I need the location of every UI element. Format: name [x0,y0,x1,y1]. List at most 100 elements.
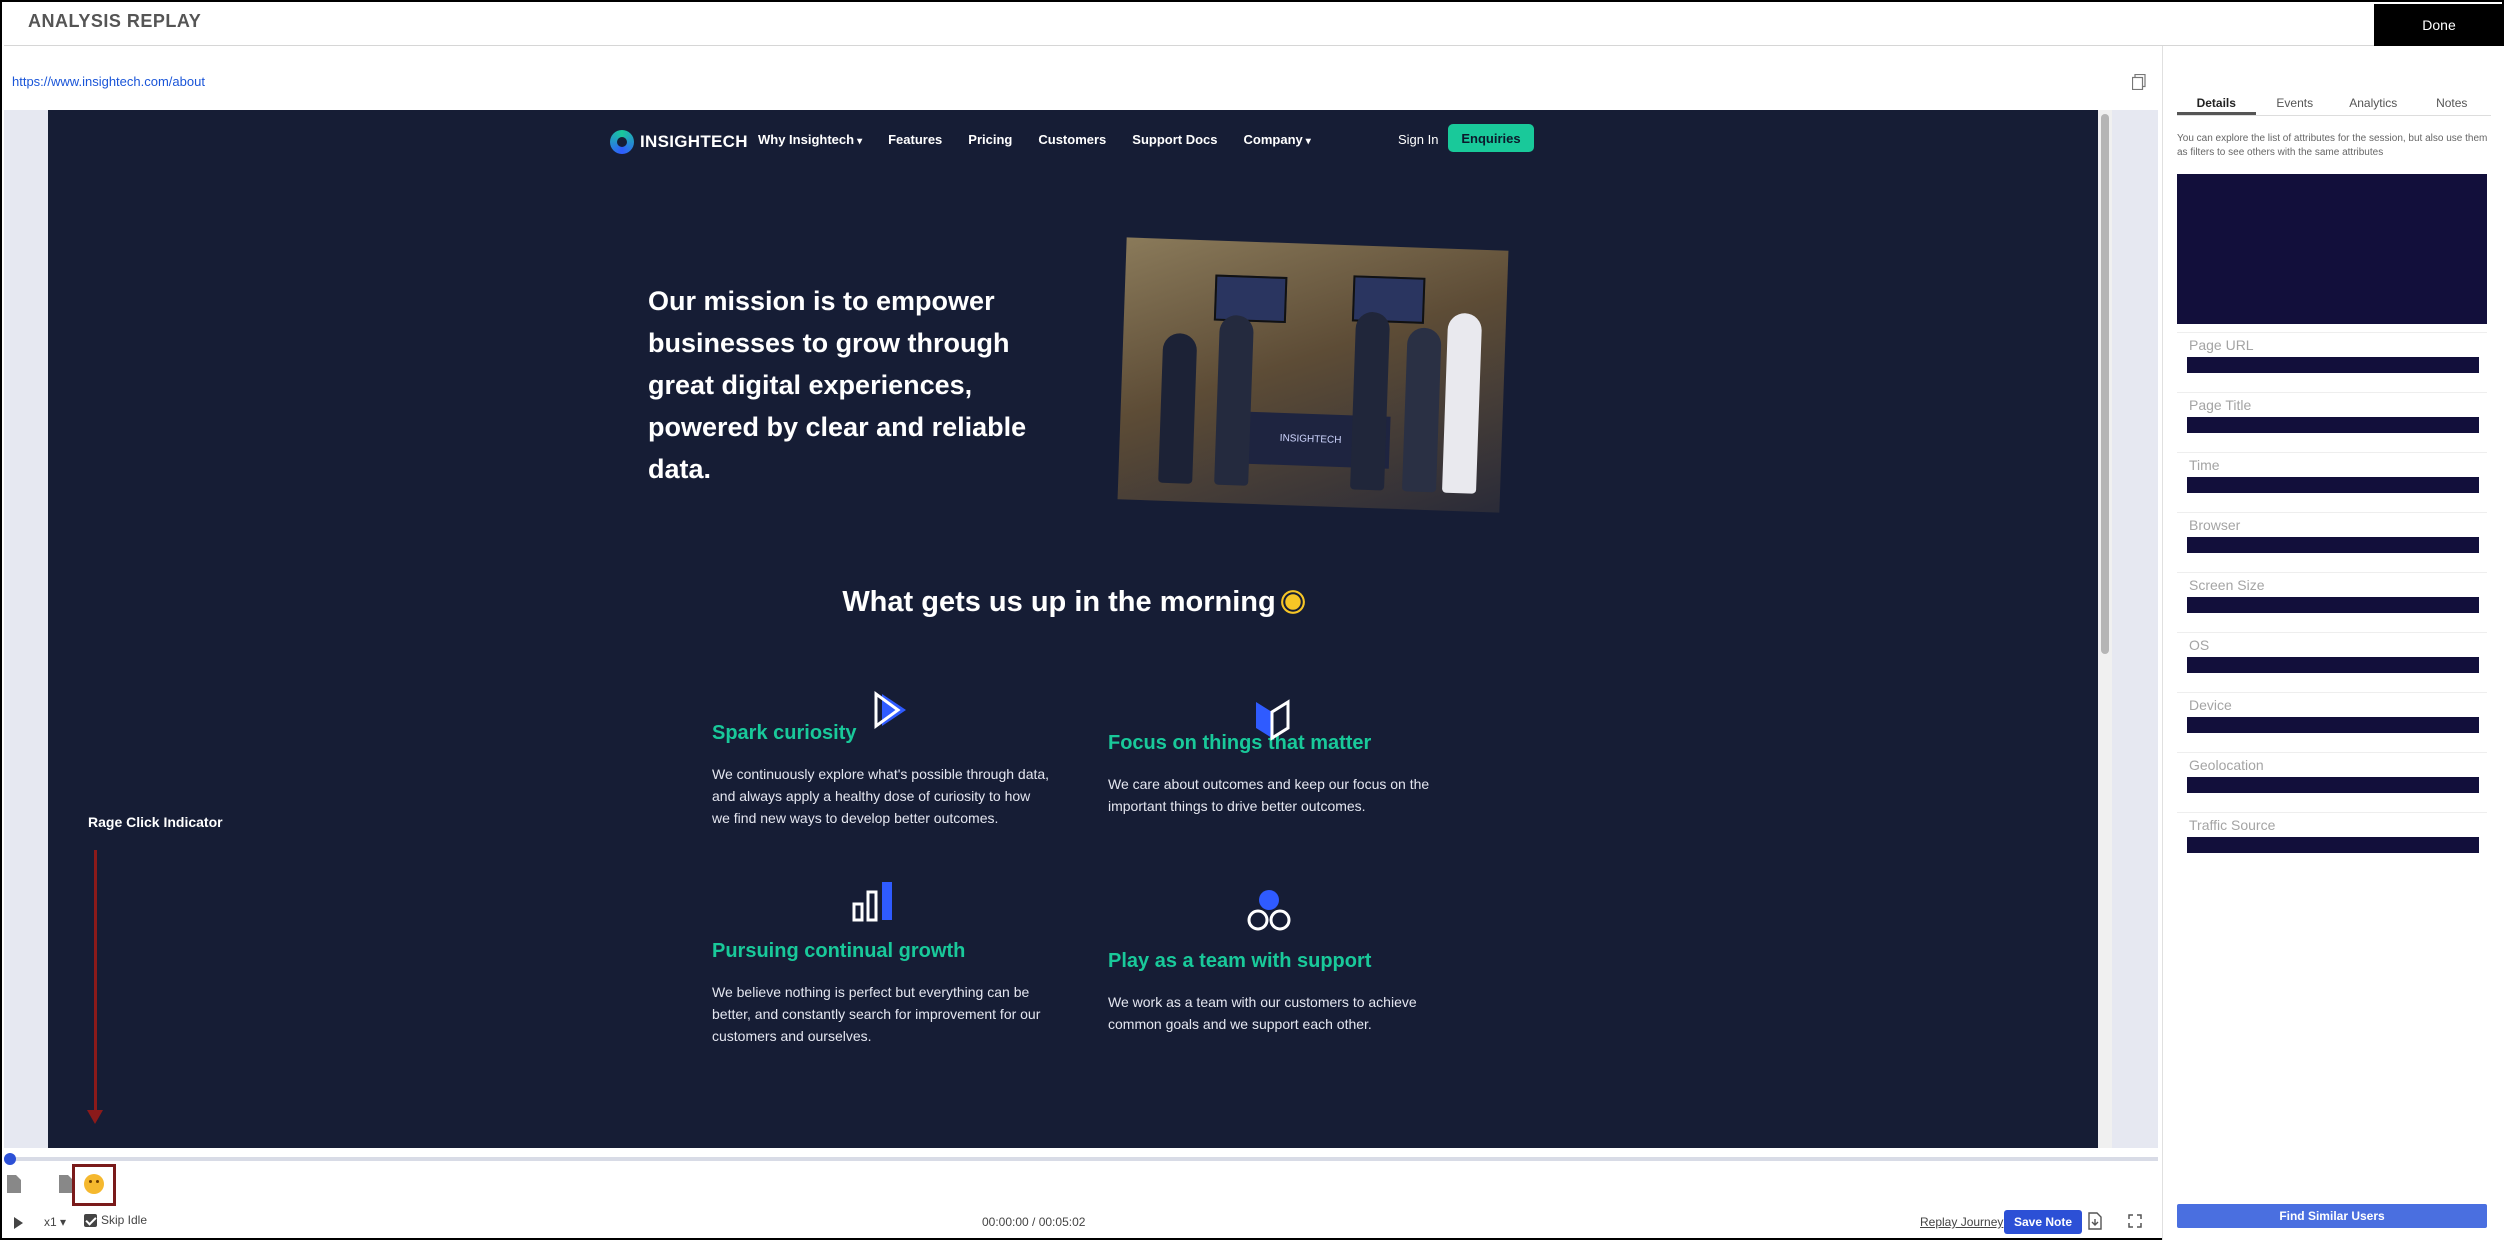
feature-title: Play as a team with support [1108,950,1372,972]
nav-item-company[interactable]: Company ▾ [1244,132,1311,147]
feature-text: We continuously explore what's possible … [712,766,1050,826]
copy-icon[interactable] [2132,74,2146,90]
attribute-label: OS [2189,637,2210,653]
tab-notes[interactable]: Notes [2413,90,2492,115]
attribute-os[interactable]: OS [2177,632,2487,684]
redacted-value [2187,717,2479,733]
attribute-label: Device [2189,697,2232,713]
focus-icon [1256,699,1290,741]
done-button[interactable]: Done [2374,4,2504,46]
logo-text: INSIGHTECH [640,132,748,151]
redacted-block [2177,174,2487,324]
attribute-label: Screen Size [2189,577,2265,593]
feature-title: Pursuing continual growth [712,940,966,962]
morning-heading: What gets us up in the morning [48,586,2098,619]
download-icon[interactable] [2088,1212,2102,1230]
checkbox-checked-icon[interactable] [84,1213,97,1227]
attribute-browser[interactable]: Browser [2177,512,2487,564]
chevron-down-icon: ▾ [1305,136,1311,147]
nav-item-why-insightech[interactable]: Why Insightech ▾ [758,132,862,147]
feature-spark-curiosity: Spark curiosity We continuously explore … [712,691,1052,829]
feature-text: We care about outcomes and keep our focu… [1108,776,1430,814]
attribute-geolocation[interactable]: Geolocation [2177,752,2487,804]
rage-click-label: Rage Click Indicator [88,814,223,830]
nav-item-pricing[interactable]: Pricing [968,132,1012,147]
redacted-value [2187,537,2479,553]
feature-team: Play as a team with support We work as a… [1108,890,1448,1035]
find-similar-users-button[interactable]: Find Similar Users [2177,1204,2487,1228]
feature-text: We believe nothing is perfect but everyt… [712,984,1041,1044]
site-logo[interactable]: INSIGHTECH [610,130,748,154]
redacted-value [2187,837,2479,853]
redacted-value [2187,417,2479,433]
session-url[interactable]: https://www.insightech.com/about [12,74,205,89]
attribute-label: Geolocation [2189,757,2264,773]
timeline-scrubber[interactable] [4,1153,16,1165]
tab-events[interactable]: Events [2256,90,2335,115]
skip-idle-label: Skip Idle [101,1213,148,1227]
sun-icon [1284,594,1301,610]
top-bar: ANALYSIS REPLAY Done [4,4,2504,46]
feature-growth: Pursuing continual growth We believe not… [712,882,1052,1047]
save-note-button[interactable]: Save Note [2004,1210,2083,1234]
attribute-traffic-source[interactable]: Traffic Source [2177,812,2487,864]
panel-description: You can explore the list of attributes f… [2177,133,2488,158]
speed-select[interactable]: x1 ▾ [44,1215,66,1229]
attribute-label: Browser [2189,517,2241,533]
replay-scrollbar[interactable] [2098,110,2112,1148]
redacted-value [2187,597,2479,613]
details-panel: Details Events Analytics Notes You can e… [2162,46,2504,1240]
mission-statement: Our mission is to empower businesses to … [648,286,1027,484]
nav-item-features[interactable]: Features [888,132,942,147]
play-icon [874,691,906,729]
feature-text: We work as a team with our customers to … [1108,994,1417,1032]
fullscreen-icon[interactable] [2128,1214,2142,1228]
skip-idle-toggle[interactable]: Skip Idle [84,1213,147,1227]
replay-journey-link[interactable]: Replay Journey [1920,1215,2003,1229]
redacted-value [2187,777,2479,793]
booth-banner-text: INSIGHTECH [1279,432,1342,447]
site-nav: Why Insightech ▾ Features Pricing Custome… [758,132,1311,147]
attribute-label: Page Title [2189,397,2252,413]
tab-analytics[interactable]: Analytics [2334,90,2413,115]
page-event-icon[interactable] [6,1174,22,1194]
playback-time: 00:00:00 / 00:05:02 [982,1215,1086,1229]
redacted-value [2187,357,2479,373]
play-icon[interactable] [14,1217,23,1229]
sign-in-link[interactable]: Sign In [1398,132,1438,147]
app-title: ANALYSIS REPLAY [28,11,202,31]
person [1350,311,1391,491]
redacted-value [2187,657,2479,673]
person [1441,312,1483,494]
nav-item-customers[interactable]: Customers [1038,132,1106,147]
tab-details[interactable]: Details [2177,90,2256,115]
enquiries-button[interactable]: Enquiries [1448,124,1534,152]
feature-focus: Focus on things that matter We care abou… [1108,699,1448,817]
attribute-page-url[interactable]: Page URL [2177,332,2487,384]
replay-controls: x1 ▾ Skip Idle 00:00:00 / 00:05:02 Repla… [4,1210,2158,1238]
redacted-value [2187,477,2479,493]
scrollbar-thumb[interactable] [2101,114,2109,654]
attribute-page-title[interactable]: Page Title [2177,392,2487,444]
attribute-label: Time [2189,457,2220,473]
attribute-screen-size[interactable]: Screen Size [2177,572,2487,624]
rage-arrow [87,850,103,1124]
app-frame: ANALYSIS REPLAY Done https://www.insight… [0,0,2504,1240]
replay-stage: INSIGHTECH Why Insightech ▾ Features Pric… [4,110,2158,1148]
rage-click-icon[interactable] [84,1174,104,1194]
attribute-label: Page URL [2189,337,2254,353]
attribute-device[interactable]: Device [2177,692,2487,744]
bar-chart-icon [852,882,892,922]
replay-timeline[interactable] [4,1153,2158,1165]
booth-screen [1213,274,1288,324]
team-icon [1247,890,1291,931]
replayed-website: INSIGHTECH Why Insightech ▾ Features Pric… [48,110,2098,1148]
logo-mark-icon [610,130,634,154]
nav-item-support-docs[interactable]: Support Docs [1132,132,1217,147]
team-photo: INSIGHTECH [1117,237,1509,513]
person [1214,314,1255,486]
attribute-time[interactable]: Time [2177,452,2487,504]
chevron-down-icon: ▾ [857,136,863,147]
panel-tabs: Details Events Analytics Notes [2177,90,2491,116]
chevron-down-icon: ▾ [60,1215,67,1229]
